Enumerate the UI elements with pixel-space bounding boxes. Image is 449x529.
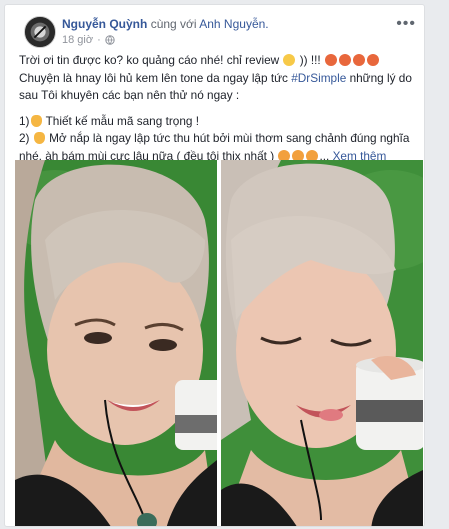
item1-number: 1) bbox=[19, 113, 30, 128]
author-name[interactable]: Nguyễn Quỳnh bbox=[62, 17, 147, 31]
pointing-hand-icon bbox=[33, 132, 45, 144]
post-text: Trời ơi tin được ko? ko quảng cáo nhé! c… bbox=[19, 52, 414, 165]
item1-text: Thiết kế mẫu mã sang trọng ! bbox=[45, 113, 200, 128]
grin-emoji-icon bbox=[324, 54, 337, 66]
grin-emoji-icon bbox=[352, 54, 365, 66]
more-options-icon[interactable]: ••• bbox=[396, 15, 416, 33]
with-text: cùng với bbox=[150, 17, 197, 31]
text-line-2: Chuyện là hnay lôi hủ kem lên tone da ng… bbox=[19, 70, 414, 105]
text-l3: sau Tôi khuyên các bạn nên thử nó ngay : bbox=[19, 88, 240, 102]
globe-icon[interactable] bbox=[105, 35, 115, 45]
author-avatar[interactable] bbox=[24, 16, 56, 48]
grin-emoji-icon bbox=[366, 54, 379, 66]
hashtag-link[interactable]: #DrSimple bbox=[291, 71, 346, 85]
list-item-1: 1) Thiết kế mẫu mã sang trọng ! bbox=[19, 113, 414, 131]
post-meta: 18 giờ · bbox=[62, 34, 115, 46]
text-l1-start: Trời ơi tin được ko? ko quảng cáo nhé! c… bbox=[19, 53, 280, 67]
dot-separator: · bbox=[97, 34, 101, 46]
photo-grid bbox=[15, 160, 423, 526]
facebook-post: Nguyễn Quỳnh cùng với Anh Nguyễn. 18 giờ… bbox=[4, 4, 425, 527]
text-l2-start: Chuyện là hnay lôi hủ kem lên tone da ng… bbox=[19, 70, 288, 85]
text-line-1: Trời ơi tin được ko? ko quảng cáo nhé! c… bbox=[19, 52, 414, 70]
post-time[interactable]: 18 giờ bbox=[62, 34, 93, 46]
item2-text: Mở nắp là ngay lập tức thu hút bởi mùi t… bbox=[49, 131, 410, 145]
post-header: Nguyễn Quỳnh cùng với Anh Nguyễn. 18 giờ… bbox=[5, 5, 424, 51]
text-l1-end: )) !!! bbox=[299, 53, 321, 67]
author-line: Nguyễn Quỳnh cùng với Anh Nguyễn. bbox=[62, 17, 269, 31]
photo-left[interactable] bbox=[15, 160, 217, 526]
pointing-hand-icon bbox=[30, 114, 42, 127]
text-l2-end: những lý do bbox=[349, 70, 412, 85]
grin-emoji-icon bbox=[338, 54, 351, 66]
smile-emoji-icon bbox=[283, 54, 296, 66]
photo-right[interactable] bbox=[221, 160, 423, 526]
item2-number: 2) bbox=[19, 131, 30, 145]
tagged-user[interactable]: Anh Nguyễn. bbox=[199, 17, 268, 31]
